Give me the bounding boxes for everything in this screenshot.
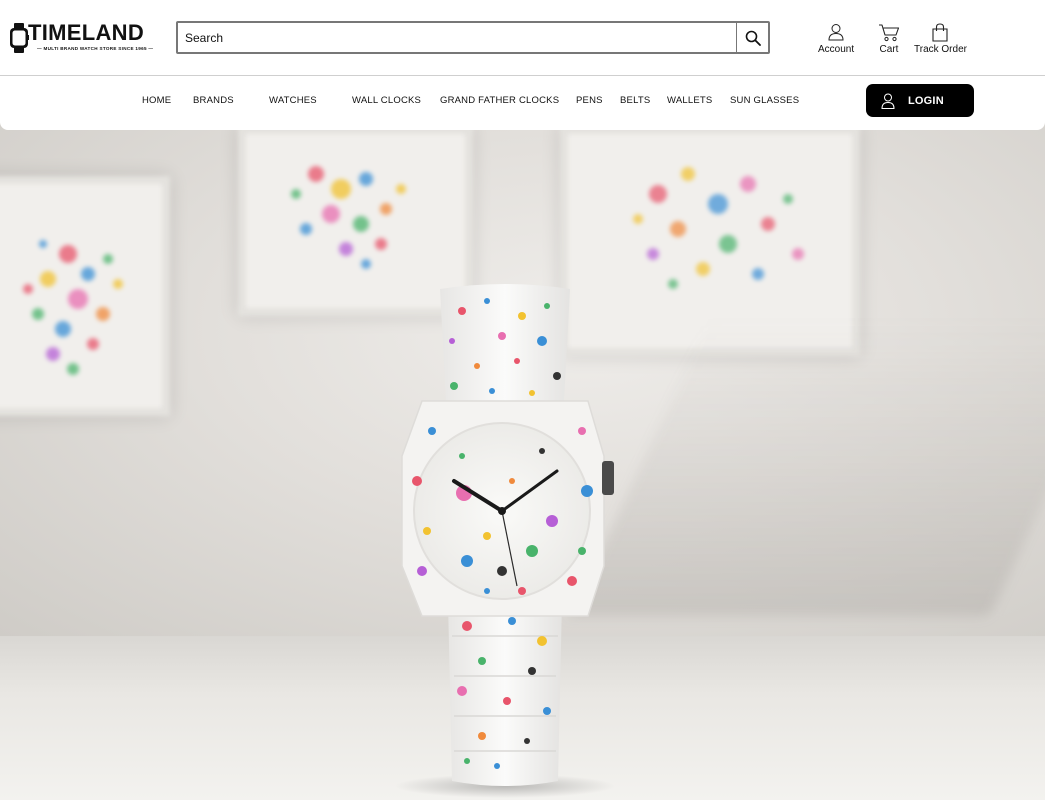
login-label: LOGIN bbox=[908, 94, 944, 107]
nav-item-wallets[interactable]: WALLETS bbox=[667, 95, 712, 106]
top-header: TIMELAND — MULTI BRAND WATCH STORE SINCE… bbox=[0, 0, 1045, 76]
nav-item-watches[interactable]: WATCHES bbox=[269, 95, 317, 106]
user-icon bbox=[880, 92, 896, 110]
nav-item-home[interactable]: HOME bbox=[142, 95, 171, 106]
bag-icon bbox=[929, 22, 951, 42]
watch-logo-icon bbox=[10, 23, 29, 53]
nav-item-grand-father-clocks[interactable]: GRAND FATHER CLOCKS bbox=[440, 95, 559, 106]
nav-item-belts[interactable]: BELTS bbox=[620, 95, 650, 106]
brand-logo[interactable]: TIMELAND — MULTI BRAND WATCH STORE SINCE… bbox=[9, 20, 154, 57]
wall-art-frame-left bbox=[0, 176, 170, 416]
nav-item-pens[interactable]: PENS bbox=[576, 95, 603, 106]
brand-name: TIMELAND bbox=[28, 20, 145, 45]
track-order-label: Track Order bbox=[914, 44, 967, 55]
search-bar bbox=[176, 21, 770, 54]
search-icon bbox=[745, 30, 761, 46]
main-nav: HOME BRANDS WATCHES WALL CLOCKS GRAND FA… bbox=[0, 76, 1045, 130]
nav-item-wall-clocks[interactable]: WALL CLOCKS bbox=[352, 95, 421, 106]
search-button[interactable] bbox=[736, 23, 768, 52]
search-input[interactable] bbox=[182, 26, 732, 49]
speckled-watch-image bbox=[395, 284, 615, 798]
cart-label: Cart bbox=[879, 44, 899, 55]
nav-item-sun-glasses[interactable]: SUN GLASSES bbox=[730, 95, 799, 106]
nav-item-brands[interactable]: BRANDS bbox=[193, 95, 234, 106]
login-button[interactable]: LOGIN bbox=[866, 84, 974, 117]
track-order-link[interactable]: Track Order bbox=[914, 22, 967, 55]
cart-link[interactable]: Cart bbox=[878, 22, 900, 55]
user-icon bbox=[825, 22, 847, 42]
account-link[interactable]: Account bbox=[818, 22, 854, 55]
cart-icon bbox=[878, 22, 900, 42]
account-label: Account bbox=[818, 44, 855, 55]
brand-tagline: — MULTI BRAND WATCH STORE SINCE 1965 — bbox=[37, 46, 154, 51]
hero-banner bbox=[0, 76, 1045, 800]
